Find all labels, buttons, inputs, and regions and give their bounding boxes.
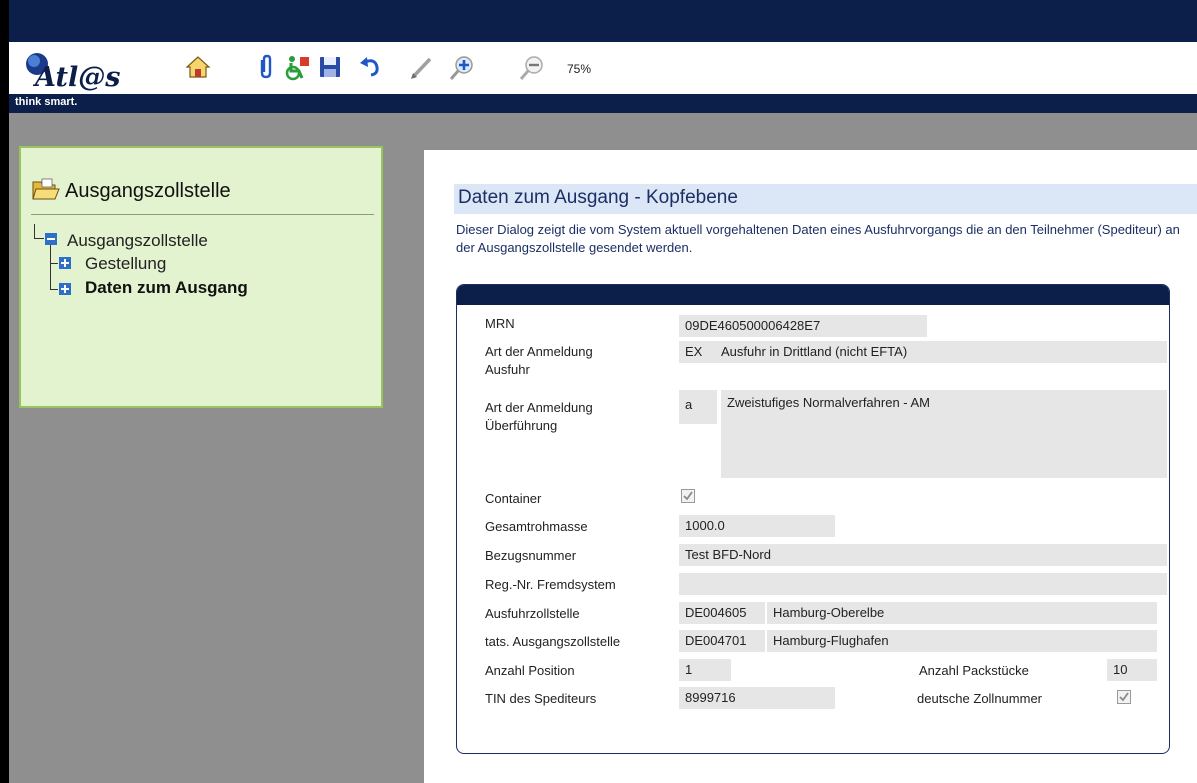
- accessibility-icon[interactable]: [283, 54, 309, 81]
- deutsche-zollnummer-checkbox[interactable]: [1117, 690, 1131, 704]
- deutsche-zollnummer-label: deutsche Zollnummer: [917, 691, 1042, 706]
- tree-item-daten-zum-ausgang[interactable]: Daten zum Ausgang: [85, 278, 248, 298]
- main-content: Daten zum Ausgang - Kopfebene Dieser Dia…: [424, 150, 1197, 783]
- bezugsnummer-field[interactable]: Test BFD-Nord: [679, 544, 1167, 566]
- art-ausfuhr-label-line1: Art der Anmeldung: [485, 344, 593, 359]
- art-ausfuhr-text-field[interactable]: Ausfuhr in Drittland (nicht EFTA): [715, 341, 1167, 363]
- tats-ausgangszollstelle-code-field[interactable]: DE004701: [679, 630, 765, 652]
- toolbar: Atl@s 75%: [9, 42, 1197, 94]
- art-ausfuhr-label-line2: Ausfuhr: [485, 362, 530, 377]
- data-card: MRN 09DE460500006428E7 Art der Anmeldung…: [456, 284, 1170, 754]
- reg-nr-label: Reg.-Nr. Fremdsystem: [485, 577, 616, 592]
- home-icon[interactable]: [185, 54, 211, 80]
- tree-item-gestellung[interactable]: Gestellung: [85, 254, 166, 274]
- ausfuhrzollstelle-name-field[interactable]: Hamburg-Oberelbe: [767, 602, 1157, 624]
- save-icon[interactable]: [317, 54, 343, 80]
- zoom-in-icon[interactable]: [447, 54, 473, 80]
- expand-icon[interactable]: [59, 283, 71, 295]
- reg-nr-field[interactable]: [679, 573, 1167, 595]
- bezugsnummer-label: Bezugsnummer: [485, 548, 577, 563]
- tin-field[interactable]: 8999716: [679, 687, 835, 709]
- checkmark-icon: [683, 491, 693, 501]
- slogan-bar: think smart.: [9, 94, 1197, 113]
- tree-connector: [50, 263, 58, 264]
- zoom-out-icon[interactable]: [517, 54, 543, 80]
- art-ausfuhr-code-field[interactable]: EX: [679, 341, 717, 363]
- art-ueberfuehrung-text-field[interactable]: Zweistufiges Normalverfahren - AM: [721, 390, 1167, 478]
- expand-icon[interactable]: [59, 257, 71, 269]
- anzahl-packstuecke-field[interactable]: 10: [1107, 659, 1157, 681]
- navigation-panel: Ausgangszollstelle Ausgangszollstelle Ge…: [19, 146, 383, 408]
- attachment-icon[interactable]: [253, 54, 279, 80]
- navigation-title: Ausgangszollstelle: [65, 180, 231, 202]
- tree-connector: [50, 289, 58, 290]
- pen-icon[interactable]: [409, 54, 435, 80]
- ausfuhrzollstelle-label: Ausfuhrzollstelle: [485, 606, 580, 621]
- page-description: Dieser Dialog zeigt die vom System aktue…: [456, 222, 1180, 255]
- tin-label: TIN des Spediteurs: [485, 691, 597, 706]
- tree-connector: [50, 245, 51, 290]
- tree-root-ausgangszollstelle[interactable]: Ausgangszollstelle: [67, 231, 208, 251]
- container-label: Container: [485, 491, 542, 506]
- collapse-icon[interactable]: [45, 233, 57, 245]
- tats-ausgangszollstelle-name-field[interactable]: Hamburg-Flughafen: [767, 630, 1157, 652]
- divider: [31, 214, 374, 215]
- title-bar: [9, 0, 1197, 42]
- art-ueberfuehrung-label-line1: Art der Anmeldung: [485, 400, 593, 415]
- container-checkbox[interactable]: [681, 489, 695, 503]
- anzahl-position-label: Anzahl Position: [485, 663, 575, 678]
- art-ueberfuehrung-code-field[interactable]: a: [679, 390, 717, 424]
- gesamtrohmasse-label: Gesamtrohmasse: [485, 519, 588, 534]
- art-ueberfuehrung-label-line2: Überführung: [485, 418, 558, 433]
- card-header: [457, 285, 1169, 305]
- window-frame: [0, 0, 9, 783]
- anzahl-packstuecke-label: Anzahl Packstücke: [919, 663, 1029, 678]
- undo-icon[interactable]: [357, 54, 383, 80]
- mrn-field[interactable]: 09DE460500006428E7: [679, 315, 927, 337]
- mrn-label: MRN: [485, 316, 515, 331]
- ausfuhrzollstelle-code-field[interactable]: DE004605: [679, 602, 765, 624]
- tree-connector: [34, 238, 44, 239]
- tree-connector: [34, 224, 35, 238]
- slogan-text: think smart.: [15, 96, 78, 108]
- folder-open-icon: [31, 177, 61, 206]
- anzahl-position-field[interactable]: 1: [679, 659, 731, 681]
- checkmark-icon: [1119, 692, 1129, 702]
- atlas-logo: Atl@s: [17, 48, 157, 93]
- svg-text:Atl@s: Atl@s: [32, 62, 120, 92]
- page-title: Daten zum Ausgang - Kopfebene: [458, 187, 738, 208]
- zoom-level: 75%: [567, 62, 592, 76]
- heading-bar: Daten zum Ausgang - Kopfebene: [454, 184, 1197, 214]
- gesamtrohmasse-field[interactable]: 1000.0: [679, 515, 835, 537]
- tats-ausgangszollstelle-label: tats. Ausgangszollstelle: [485, 634, 621, 649]
